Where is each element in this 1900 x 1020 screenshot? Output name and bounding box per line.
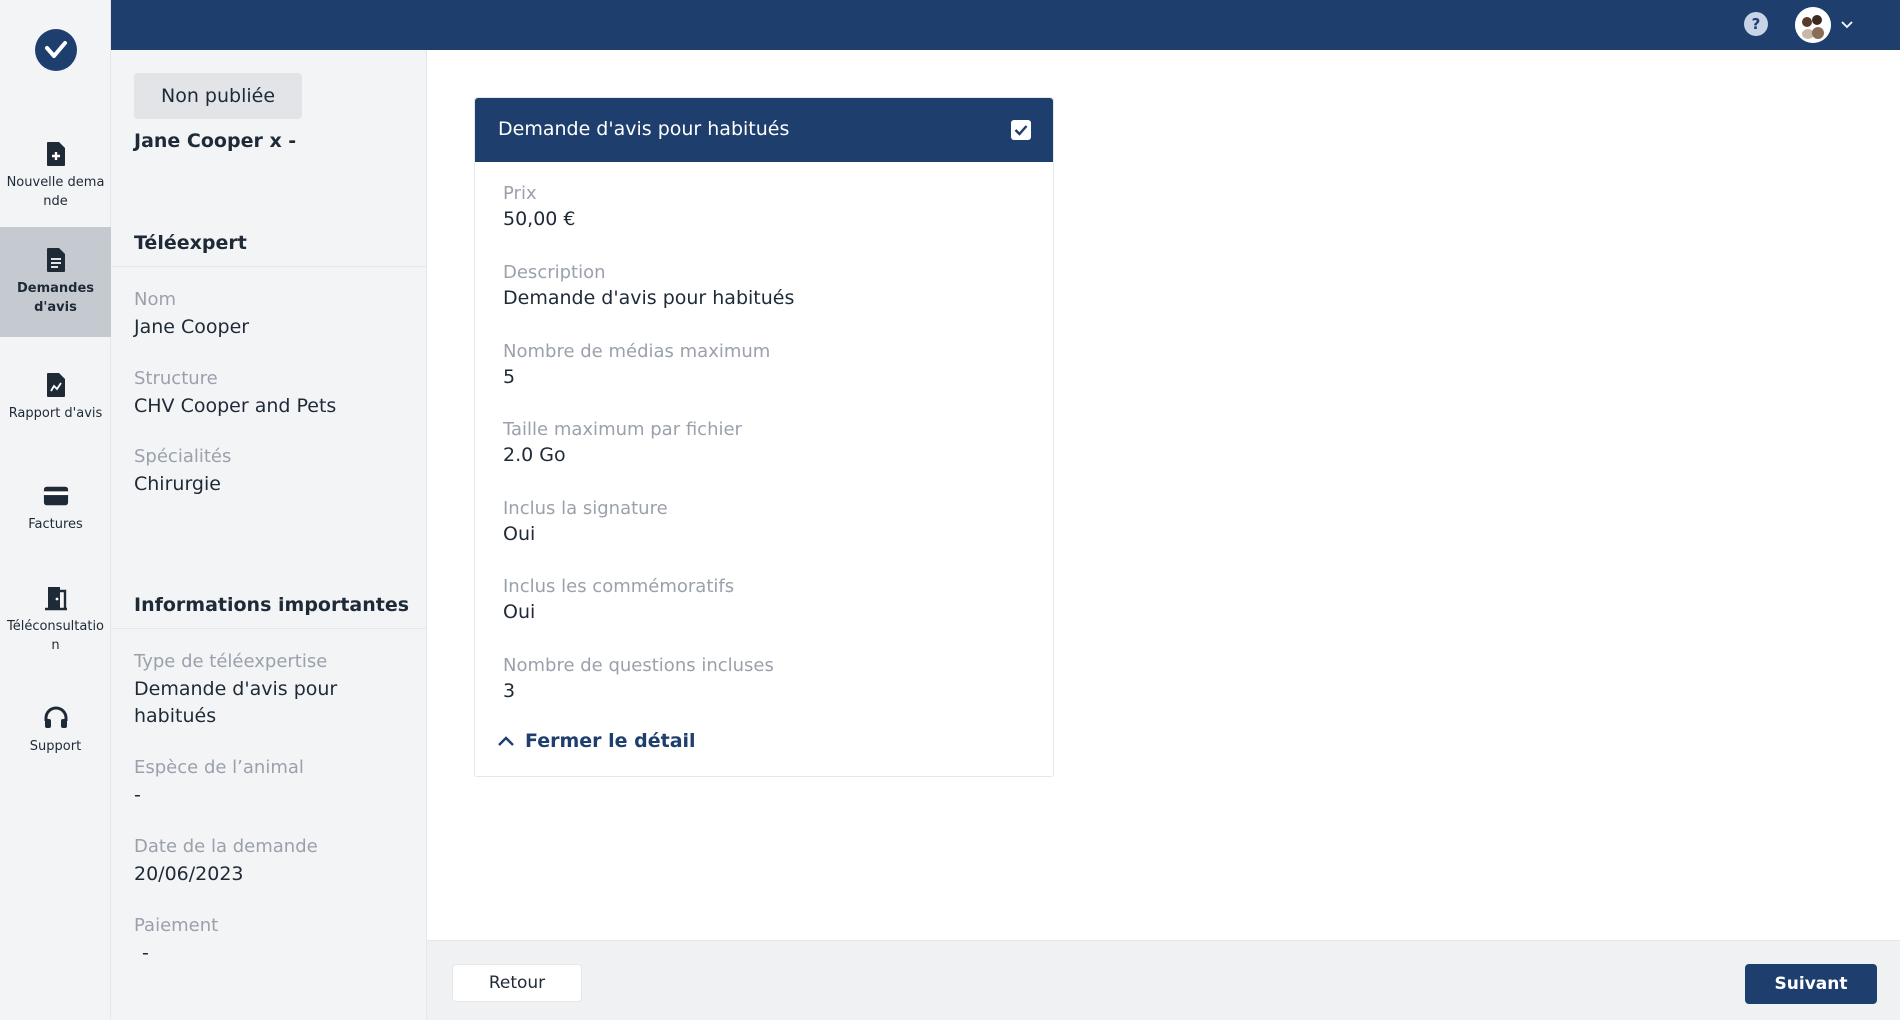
questions-included-label: Nombre de questions incluses xyxy=(503,655,774,676)
request-summary-panel: Non publiée Jane Cooper x - Téléexpert N… xyxy=(111,50,427,1020)
document-icon xyxy=(43,247,69,273)
offer-title: Demande d'avis pour habitués xyxy=(498,118,790,140)
check-icon xyxy=(1014,125,1028,136)
sidebar-item-label: Support xyxy=(29,738,82,754)
animal-species-value: - xyxy=(134,784,141,806)
price-value: 50,00 € xyxy=(503,208,576,230)
offer-checkbox[interactable] xyxy=(1011,120,1031,140)
sidebar: Nouvelle demande Demandes d'avis Rapport… xyxy=(0,0,111,1020)
close-detail-label: Fermer le détail xyxy=(525,730,696,752)
signature-included-value: Oui xyxy=(503,523,536,545)
footer-bar: Retour Suivant xyxy=(427,940,1900,1020)
headset-icon xyxy=(43,705,69,731)
main-content: Demande d'avis pour habitués Prix 50,00 … xyxy=(427,50,1900,940)
max-media-value: 5 xyxy=(503,366,516,388)
divider xyxy=(111,266,427,267)
next-button[interactable]: Suivant xyxy=(1745,964,1877,1004)
max-file-size-label: Taille maximum par fichier xyxy=(503,419,742,440)
sidebar-item-label: Nouvelle demande xyxy=(6,174,105,209)
client-name: Jane Cooper x - xyxy=(134,130,297,152)
teleexpertise-type-value: Demande d'avis pour habitués xyxy=(134,678,338,727)
back-button[interactable]: Retour xyxy=(452,964,582,1002)
specialties-label: Spécialités xyxy=(134,446,232,467)
animal-species-label: Espèce de l’animal xyxy=(134,757,304,778)
commemoratives-included-value: Oui xyxy=(503,601,536,623)
file-plus-icon xyxy=(43,141,69,167)
check-logo-icon[interactable] xyxy=(35,29,77,71)
sidebar-item-factures[interactable]: Factures xyxy=(0,468,111,548)
teleexpert-section-title: Téléexpert xyxy=(134,232,247,254)
sidebar-item-support[interactable]: Support xyxy=(0,690,111,770)
chevron-up-icon xyxy=(497,732,515,751)
sidebar-item-label: Demandes d'avis xyxy=(16,281,95,315)
request-date-label: Date de la demande xyxy=(134,836,318,857)
divider xyxy=(111,628,427,629)
structure-value: CHV Cooper and Pets xyxy=(134,395,337,417)
description-value: Demande d'avis pour habitués xyxy=(503,287,795,309)
status-badge: Non publiée xyxy=(134,73,303,119)
important-info-section-title: Informations importantes xyxy=(134,594,410,616)
credit-card-icon xyxy=(43,483,69,509)
chevron-down-icon[interactable] xyxy=(1838,15,1856,33)
sidebar-item-label: Factures xyxy=(28,516,83,532)
sidebar-item-teleconsultation[interactable]: Téléconsultation xyxy=(0,572,111,667)
close-detail-button[interactable]: Fermer le détail xyxy=(497,730,696,752)
report-icon xyxy=(43,372,69,398)
signature-included-label: Inclus la signature xyxy=(503,498,668,519)
avatar[interactable] xyxy=(1795,7,1831,43)
specialties-value: Chirurgie xyxy=(134,473,221,495)
sidebar-item-label: Téléconsultation xyxy=(6,618,105,653)
offer-card-header[interactable]: Demande d'avis pour habitués xyxy=(475,98,1053,162)
offer-detail-card: Demande d'avis pour habitués Prix 50,00 … xyxy=(474,97,1054,777)
payment-value: - xyxy=(142,942,149,964)
sidebar-item-demandes-avis[interactable]: Demandes d'avis xyxy=(0,227,111,337)
help-icon[interactable]: ? xyxy=(1744,12,1768,36)
questions-included-value: 3 xyxy=(503,680,516,702)
name-label: Nom xyxy=(134,289,177,310)
door-exit-icon xyxy=(43,585,69,611)
max-file-size-value: 2.0 Go xyxy=(503,444,566,466)
top-bar xyxy=(111,0,1900,50)
sidebar-item-rapport-avis[interactable]: Rapport d'avis xyxy=(0,350,111,445)
teleexpertise-type-label: Type de téléexpertise xyxy=(134,651,328,672)
commemoratives-included-label: Inclus les commémoratifs xyxy=(503,576,735,597)
structure-label: Structure xyxy=(134,368,218,389)
request-date-value: 20/06/2023 xyxy=(134,863,244,885)
price-label: Prix xyxy=(503,183,537,204)
sidebar-item-nouvelle-demande[interactable]: Nouvelle demande xyxy=(0,128,111,223)
sidebar-item-label: Rapport d'avis xyxy=(8,406,103,421)
max-media-label: Nombre de médias maximum xyxy=(503,341,771,362)
payment-label: Paiement xyxy=(134,915,219,936)
name-value: Jane Cooper xyxy=(134,316,250,338)
description-label: Description xyxy=(503,262,606,283)
